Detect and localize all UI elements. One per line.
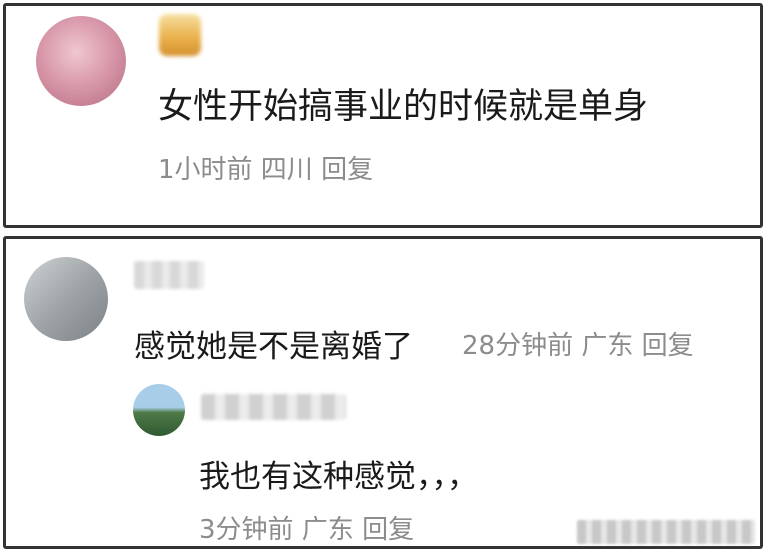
reply-meta[interactable]: 3分钟前 广东 回复 — [199, 509, 414, 546]
avatar[interactable] — [24, 257, 108, 341]
username-blurred[interactable] — [159, 14, 201, 56]
comment-text: 感觉她是不是离婚了 — [134, 329, 413, 365]
comment-text: 女性开始搞事业的时候就是单身 — [158, 87, 649, 127]
reply-text: 我也有这种感觉，，， — [199, 459, 478, 495]
reply-username-blurred[interactable] — [201, 394, 346, 420]
avatar[interactable] — [36, 16, 126, 106]
reply-avatar[interactable] — [133, 384, 185, 436]
comment-meta[interactable]: 1小时前 四川 回复 — [158, 149, 373, 186]
comment-meta[interactable]: 28分钟前 广东 回复 — [462, 325, 694, 362]
username-blurred[interactable] — [134, 261, 204, 289]
comment-card: 女性开始搞事业的时候就是单身 1小时前 四川 回复 — [3, 3, 763, 228]
comment-card: 感觉她是不是离婚了 28分钟前 广东 回复 我也有这种感觉，，， 3分钟前 广东… — [3, 236, 763, 549]
watermark — [577, 520, 755, 544]
